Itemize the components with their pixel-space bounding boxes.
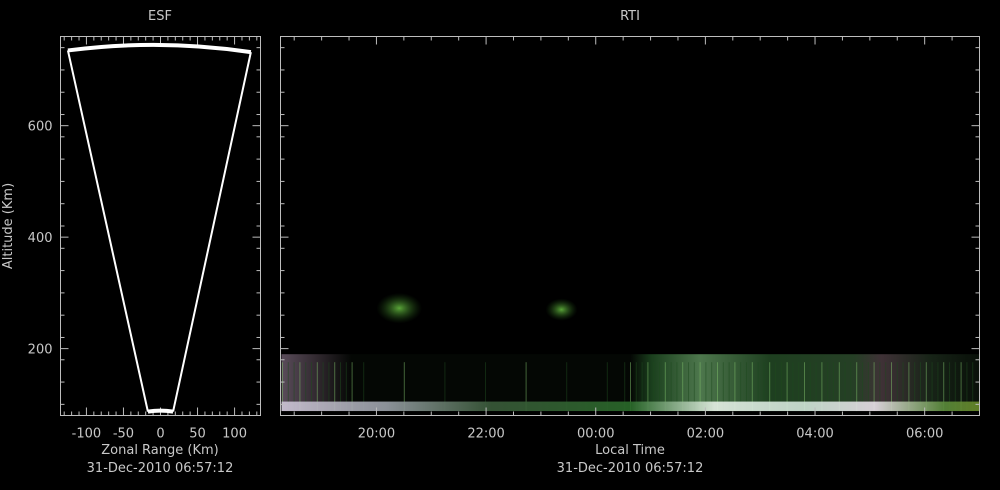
- rti-echo-plume-2: [545, 298, 578, 321]
- rti-echo-image: [281, 292, 980, 412]
- esf-xtick-label: -100: [72, 427, 102, 442]
- rti-xtick-label: 00:00: [577, 427, 614, 442]
- figure: ESF -100 -50 0 50 100 200 400 600 Zonal Range (…: [1, 9, 980, 476]
- esf-beam-top-arc: [67, 42, 252, 55]
- rti-echo-bottom-layer: [281, 401, 980, 412]
- rti-echo-plume-1: [376, 292, 423, 324]
- esf-ylabel: Altitude (Km): [1, 183, 16, 269]
- esf-plot-frame: [60, 36, 261, 416]
- esf-beam-bottom-arc: [147, 408, 174, 414]
- rti-title: RTI: [620, 9, 640, 24]
- esf-beam-outline: [66, 42, 252, 414]
- rti-xtick-label: 22:00: [467, 427, 504, 442]
- rti-xtick-label: 06:00: [906, 427, 943, 442]
- esf-ytick-label: 400: [28, 231, 53, 246]
- esf-beam-right-edge: [172, 51, 252, 412]
- esf-ytick-label: 200: [28, 343, 53, 358]
- rti-panel: RTI 20:00 22:00 00:00 02:00 04:00 06:00 Local…: [280, 9, 980, 476]
- esf-beam-left-edge: [66, 50, 149, 412]
- rti-xtick-label: 20:00: [358, 427, 395, 442]
- rti-xlabel: Local Time: [595, 443, 665, 458]
- esf-panel: ESF -100 -50 0 50 100 200 400 600 Zonal Range (…: [1, 9, 261, 476]
- esf-xtick-label: 100: [222, 427, 247, 442]
- esf-ticks: -100 -50 0 50 100 200 400 600: [28, 36, 261, 442]
- esf-xtick-label: 0: [156, 427, 164, 442]
- esf-ytick-label: 600: [28, 120, 53, 135]
- rti-xtick-label: 02:00: [687, 427, 724, 442]
- esf-xtick-label: -50: [113, 427, 134, 442]
- esf-title: ESF: [148, 9, 172, 24]
- esf-xlabel: Zonal Range (Km): [101, 443, 218, 458]
- esf-timestamp: 31-Dec-2010 06:57:12: [87, 461, 234, 476]
- rti-timestamp: 31-Dec-2010 06:57:12: [557, 461, 704, 476]
- esf-xtick-label: 50: [189, 427, 206, 442]
- rti-xtick-label: 04:00: [796, 427, 833, 442]
